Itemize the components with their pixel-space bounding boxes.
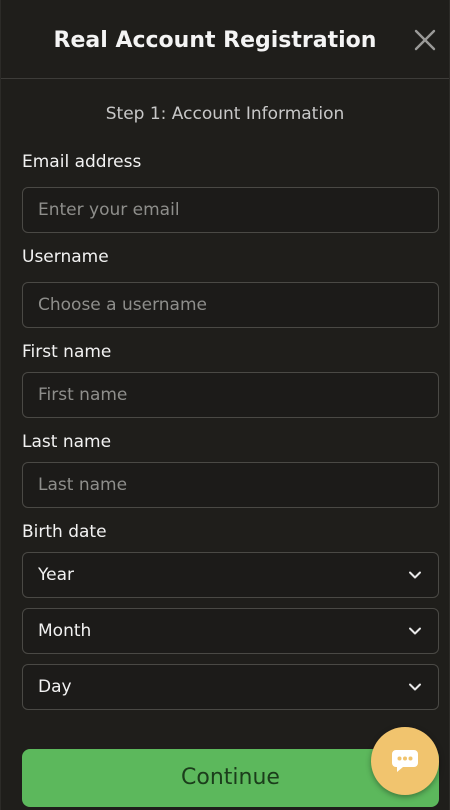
last-name-label: Last name [22, 432, 112, 452]
first-name-label: First name [22, 342, 112, 362]
last-name-field-wrapper [22, 462, 439, 508]
year-select-value: Year [38, 565, 74, 585]
chevron-down-icon [409, 683, 421, 691]
username-label: Username [22, 247, 109, 267]
day-select[interactable]: Day [22, 664, 439, 710]
day-select-value: Day [38, 677, 72, 697]
chevron-down-icon [409, 627, 421, 635]
email-field[interactable] [23, 188, 438, 232]
close-icon [414, 29, 436, 51]
username-field-wrapper [22, 282, 439, 328]
year-select[interactable]: Year [22, 552, 439, 598]
modal-header: Real Account Registration [1, 0, 449, 79]
first-name-field[interactable] [23, 373, 438, 417]
first-name-field-wrapper [22, 372, 439, 418]
modal-title: Real Account Registration [53, 28, 377, 53]
last-name-field[interactable] [23, 463, 438, 507]
month-select-value: Month [38, 621, 92, 641]
username-field[interactable] [23, 283, 438, 327]
chat-button[interactable] [371, 727, 439, 795]
chevron-down-icon [409, 571, 421, 579]
email-field-wrapper [22, 187, 439, 233]
month-select[interactable]: Month [22, 608, 439, 654]
chat-bubble-icon [392, 750, 418, 772]
close-button[interactable] [411, 26, 439, 54]
registration-modal: Real Account Registration Step 1: Accoun… [0, 0, 450, 810]
step-indicator: Step 1: Account Information [105, 104, 345, 124]
birth-date-label: Birth date [22, 522, 107, 542]
email-label: Email address [22, 152, 142, 172]
